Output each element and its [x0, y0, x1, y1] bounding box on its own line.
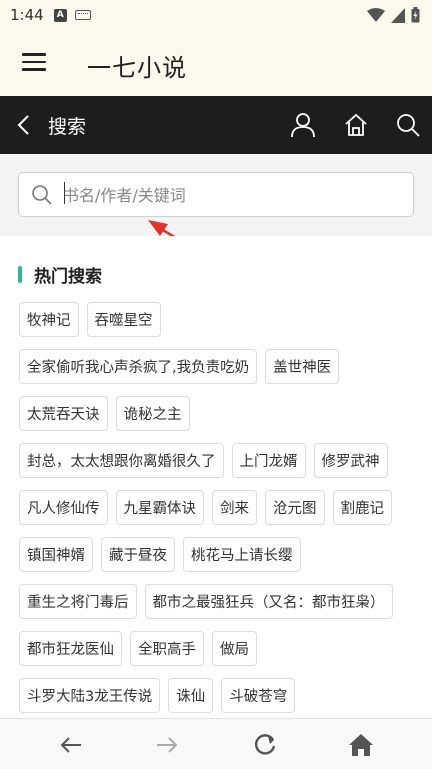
hot-search-tag[interactable]: 牧神记 [19, 302, 79, 337]
tag-row: 镇国神婿 藏于昼夜 桃花马上请长缨 [19, 537, 419, 572]
tag-row: 凡人修仙传 九星霸体诀 剑来 沧元图 割鹿记 [19, 490, 419, 525]
search-toolbar: 搜索 [0, 96, 432, 154]
signal-icon [391, 7, 405, 23]
hot-search-tag[interactable]: 斗罗大陆3龙王传说 [19, 678, 161, 713]
search-field-icon [32, 185, 52, 205]
tag-row: 都市狂龙医仙 全职高手 做局 [19, 631, 419, 666]
arrow-left-icon[interactable] [57, 731, 85, 759]
hot-search-tag[interactable]: 斗破苍穹 [221, 678, 296, 713]
hot-search-tag[interactable]: 做局 [212, 631, 257, 666]
hot-search-section: 热门搜索 牧神记 吞噬星空 全家偷听我心声杀疯了,我负责吃奶 盖世神医 太荒吞天诀 诡秘之… [0, 236, 432, 718]
hot-search-title: 热门搜索 [34, 267, 102, 287]
refresh-icon[interactable] [251, 731, 279, 759]
tag-row: 全家偷听我心声杀疯了,我负责吃奶 盖世神医 [19, 349, 419, 384]
hot-search-tag[interactable]: 都市之最强狂兵（又名：都市狂枭） [144, 584, 393, 619]
hot-search-tag[interactable]: 镇国神婿 [19, 537, 93, 572]
hot-search-tag[interactable]: 诛仙 [168, 678, 214, 713]
app-title: 一七小说 [87, 54, 187, 82]
hot-search-tag[interactable]: 剑来 [212, 490, 257, 525]
app-bar: 一七小说 [0, 30, 432, 96]
hot-search-tag[interactable]: 凡人修仙传 [19, 490, 108, 525]
hot-search-tag[interactable]: 九星霸体诀 [115, 490, 204, 525]
keyboard-icon [74, 10, 91, 20]
search-box[interactable] [18, 172, 414, 217]
menu-icon[interactable] [22, 53, 46, 71]
user-icon[interactable] [290, 112, 316, 138]
hot-search-tag[interactable]: 修罗武神 [313, 443, 388, 478]
search-input[interactable] [63, 181, 403, 209]
text-caret [64, 182, 65, 204]
home-icon[interactable] [347, 731, 375, 759]
hot-search-tag[interactable]: 太荒吞天诀 [19, 396, 108, 431]
toolbar-title: 搜索 [48, 116, 87, 138]
tag-row: 斗罗大陆3龙王传说 诛仙 斗破苍穹 [19, 678, 419, 713]
hot-search-tag[interactable]: 桃花马上请长缨 [183, 537, 301, 572]
notification-a-icon: A [53, 8, 67, 22]
home-icon[interactable] [343, 112, 369, 138]
tag-row: 太荒吞天诀 诡秘之主 [19, 396, 419, 431]
hot-search-tag[interactable]: 上门龙婿 [231, 443, 306, 478]
battery-icon [411, 7, 420, 23]
hot-search-tag[interactable]: 都市狂龙医仙 [19, 631, 122, 666]
hot-search-tag[interactable]: 盖世神医 [265, 349, 340, 384]
tag-row: 封总，太太想跟你离婚很久了 上门龙婿 修罗武神 [19, 443, 419, 478]
hot-search-tag[interactable]: 割鹿记 [332, 490, 392, 525]
tag-row: 牧神记 吞噬星空 [19, 302, 419, 337]
hot-search-tag[interactable]: 全家偷听我心声杀疯了,我负责吃奶 [19, 349, 258, 384]
hot-search-tag[interactable]: 诡秘之主 [115, 396, 190, 431]
status-indicators [367, 7, 420, 23]
hot-search-tag[interactable]: 封总，太太想跟你离婚很久了 [19, 443, 224, 478]
section-accent-bar [18, 266, 22, 283]
search-icon[interactable] [395, 112, 421, 138]
hot-search-header: 热门搜索 [18, 262, 102, 287]
status-time: 1:44 [10, 6, 44, 24]
back-chevron-icon[interactable] [14, 113, 34, 137]
hot-search-tag[interactable]: 沧元图 [265, 490, 325, 525]
arrow-right-icon[interactable] [153, 731, 181, 759]
status-bar: 1:44 A [0, 0, 432, 30]
hot-search-tags: 牧神记 吞噬星空 全家偷听我心声杀疯了,我负责吃奶 盖世神医 太荒吞天诀 诡秘之主 封总，太… [19, 302, 419, 718]
hot-search-tag[interactable]: 重生之将门毒后 [19, 584, 137, 619]
hot-search-tag[interactable]: 全职高手 [130, 631, 204, 666]
hot-search-tag[interactable]: 吞噬星空 [86, 302, 161, 337]
tag-row: 重生之将门毒后 都市之最强狂兵（又名：都市狂枭） [19, 584, 419, 619]
hot-search-tag[interactable]: 藏于昼夜 [101, 537, 175, 572]
wifi-icon [367, 7, 385, 22]
bottom-navigation [0, 718, 432, 769]
